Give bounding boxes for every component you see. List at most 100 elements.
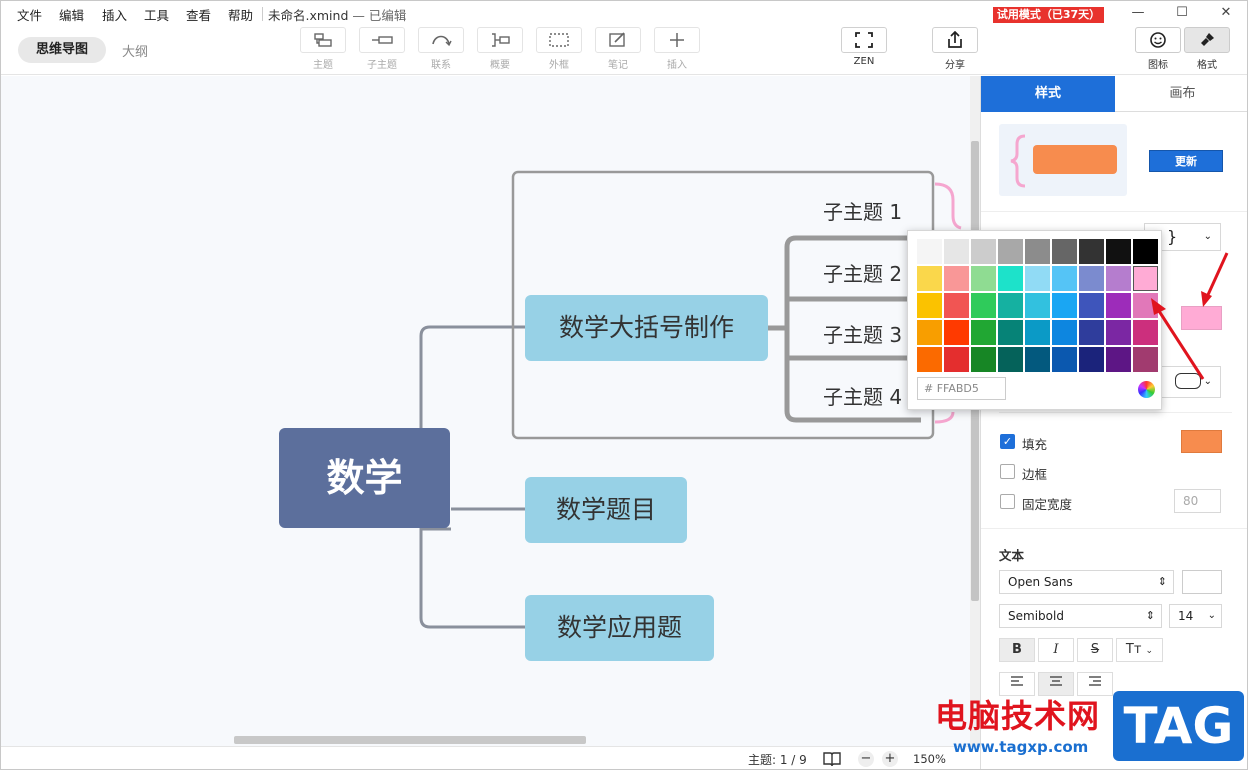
color-swatch[interactable]	[1052, 239, 1077, 264]
color-swatch[interactable]	[944, 266, 969, 291]
vertical-scrollbar[interactable]	[970, 76, 980, 746]
fixed-width-checkbox[interactable]	[1000, 494, 1015, 509]
format-panel-button[interactable]: 格式	[1184, 27, 1230, 71]
color-swatch[interactable]	[1106, 320, 1131, 345]
summary-button[interactable]: 概要	[477, 27, 523, 71]
color-swatch[interactable]	[1025, 239, 1050, 264]
text-case-button[interactable]: Tт ⌄	[1116, 638, 1163, 662]
book-icon[interactable]	[823, 751, 841, 767]
tab-outline[interactable]: 大纲	[122, 41, 148, 60]
horizontal-scrollbar[interactable]	[1, 734, 970, 746]
main-topic-bracket[interactable]: 数学大括号制作	[525, 295, 768, 361]
color-swatch[interactable]	[998, 266, 1023, 291]
trial-badge[interactable]: 试用模式（已37天）	[993, 7, 1104, 23]
share-button[interactable]: 分享	[932, 27, 978, 71]
topic-button[interactable]: 主题	[300, 27, 346, 71]
color-swatch[interactable]	[1079, 320, 1104, 345]
italic-button[interactable]: I	[1038, 638, 1074, 662]
menu-help[interactable]: 帮助	[228, 5, 253, 24]
font-size-select[interactable]: 14 ⌄	[1169, 604, 1222, 628]
subtopic-button[interactable]: 子主题	[359, 27, 405, 71]
subtopic-4[interactable]: 子主题 4	[823, 381, 902, 410]
color-swatch[interactable]	[1106, 266, 1131, 291]
minimize-button[interactable]: —	[1127, 3, 1149, 23]
fixed-width-input[interactable]: 80	[1174, 489, 1221, 513]
main-topic-problems[interactable]: 数学题目	[525, 477, 687, 543]
color-swatch[interactable]	[971, 320, 996, 345]
zoom-in-button[interactable]: +	[882, 751, 898, 767]
color-swatch[interactable]	[1106, 239, 1131, 264]
color-swatch[interactable]	[1079, 266, 1104, 291]
color-swatch[interactable]	[944, 293, 969, 318]
horizontal-scroll-thumb[interactable]	[234, 736, 586, 744]
note-button[interactable]: 笔记	[595, 27, 641, 71]
color-swatch[interactable]	[1106, 293, 1131, 318]
zen-button[interactable]: ZEN	[841, 27, 887, 71]
color-swatch[interactable]	[971, 347, 996, 372]
zoom-out-button[interactable]: −	[858, 751, 874, 767]
color-swatch[interactable]	[1052, 293, 1077, 318]
color-swatch[interactable]	[917, 266, 942, 291]
main-topic-word-problems[interactable]: 数学应用题	[525, 595, 714, 661]
insert-button[interactable]: 插入	[654, 27, 700, 71]
color-swatch[interactable]	[1052, 347, 1077, 372]
color-swatch[interactable]	[1106, 347, 1131, 372]
color-swatch[interactable]	[917, 347, 942, 372]
subtopic-3[interactable]: 子主题 3	[823, 319, 902, 348]
color-swatch[interactable]	[1025, 293, 1050, 318]
maximize-button[interactable]: ☐	[1171, 3, 1193, 23]
color-swatch[interactable]	[971, 239, 996, 264]
color-swatch[interactable]	[1025, 266, 1050, 291]
text-color-swatch[interactable]	[1182, 570, 1222, 594]
menu-file[interactable]: 文件	[17, 5, 42, 24]
icon-panel-button[interactable]: 图标	[1135, 27, 1181, 71]
color-swatch[interactable]	[944, 347, 969, 372]
bold-button[interactable]: B	[999, 638, 1035, 662]
tab-mindmap[interactable]: 思维导图	[18, 37, 106, 63]
document-status: — 已编辑	[352, 8, 407, 23]
updown-icon: ⇕	[1157, 575, 1167, 588]
color-swatch[interactable]	[1079, 239, 1104, 264]
color-swatch[interactable]	[1052, 320, 1077, 345]
color-swatch[interactable]	[1079, 347, 1104, 372]
font-weight-select[interactable]: Semibold ⇕	[999, 604, 1162, 628]
color-swatch[interactable]	[944, 239, 969, 264]
subtopic-2[interactable]: 子主题 2	[823, 258, 902, 287]
color-swatch[interactable]	[998, 347, 1023, 372]
fill-checkbox[interactable]: ✓	[1000, 434, 1015, 449]
color-swatch[interactable]	[944, 320, 969, 345]
color-swatch[interactable]	[917, 293, 942, 318]
menu-tools[interactable]: 工具	[144, 5, 169, 24]
style-preview[interactable]	[999, 124, 1127, 196]
border-checkbox[interactable]	[1000, 464, 1015, 479]
mindmap-canvas[interactable]: 数学 数学大括号制作 数学题目 数学应用题 子主题 1 子主题 2 子主题 3 …	[1, 76, 971, 746]
color-swatch[interactable]	[1025, 347, 1050, 372]
close-button[interactable]: ✕	[1215, 3, 1237, 23]
fill-color-swatch[interactable]	[1181, 430, 1222, 453]
hex-color-input[interactable]: # FFABD5	[917, 377, 1006, 400]
menu-view[interactable]: 查看	[186, 5, 211, 24]
color-swatch[interactable]	[971, 293, 996, 318]
boundary-button[interactable]: 外框	[536, 27, 582, 71]
tab-canvas[interactable]: 画布	[1115, 76, 1247, 112]
update-style-button[interactable]: 更新	[1149, 150, 1223, 172]
font-family-select[interactable]: Open Sans ⇕	[999, 570, 1174, 594]
chevron-down-icon: ⌄	[1145, 646, 1154, 656]
strikethrough-button[interactable]: S	[1077, 638, 1113, 662]
zoom-level[interactable]: 150%	[913, 752, 946, 766]
subtopic-1[interactable]: 子主题 1	[823, 196, 902, 225]
color-swatch[interactable]	[998, 293, 1023, 318]
color-swatch[interactable]	[1025, 320, 1050, 345]
central-topic[interactable]: 数学	[279, 428, 450, 528]
color-swatch[interactable]	[998, 239, 1023, 264]
color-swatch[interactable]	[1079, 293, 1104, 318]
color-swatch[interactable]	[1052, 266, 1077, 291]
menu-insert[interactable]: 插入	[102, 5, 127, 24]
tab-style[interactable]: 样式	[981, 76, 1115, 112]
color-swatch[interactable]	[971, 266, 996, 291]
color-swatch[interactable]	[998, 320, 1023, 345]
menu-edit[interactable]: 编辑	[59, 5, 84, 24]
color-swatch[interactable]	[917, 239, 942, 264]
relation-button[interactable]: 联系	[418, 27, 464, 71]
color-swatch[interactable]	[917, 320, 942, 345]
